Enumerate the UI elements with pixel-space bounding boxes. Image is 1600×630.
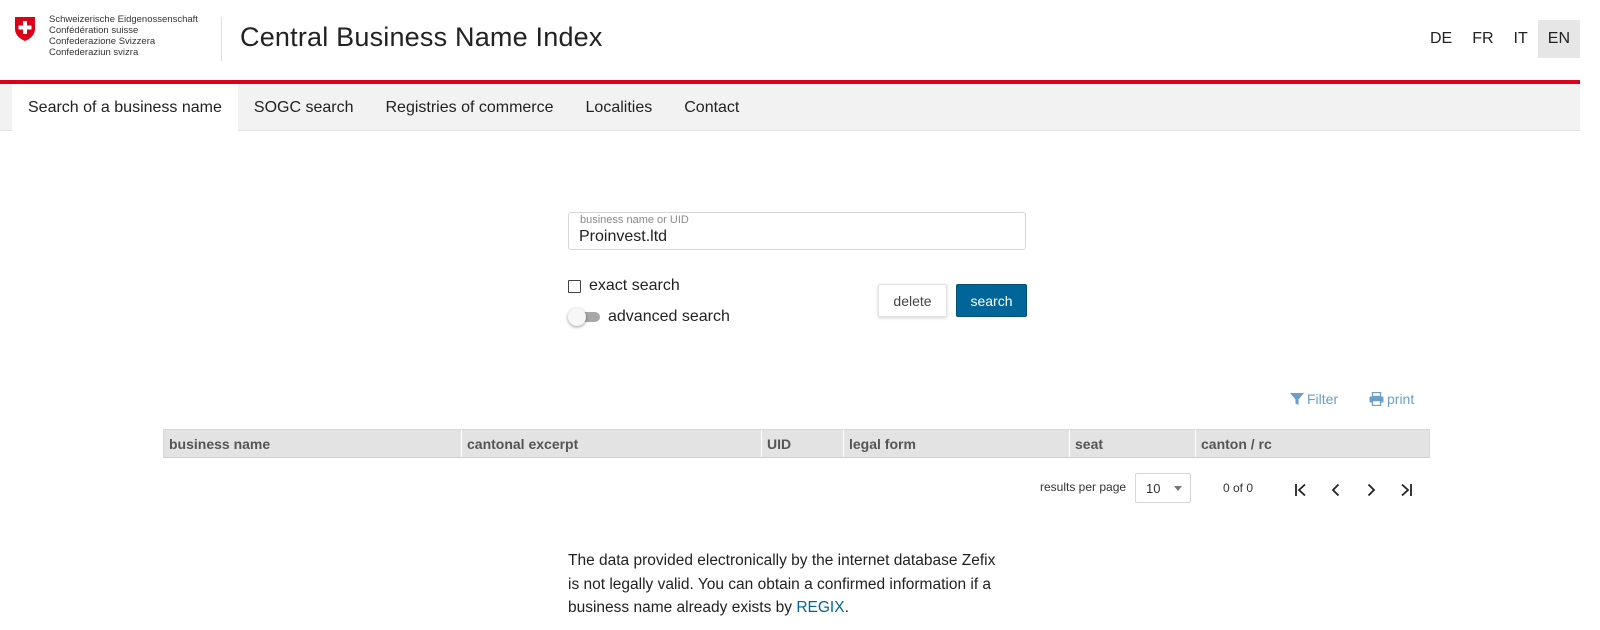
disclaimer-end: . (844, 599, 849, 616)
legal-disclaimer: The data provided electronically by the … (568, 549, 1008, 620)
last-page-button[interactable] (1394, 479, 1418, 501)
advanced-search-toggle[interactable] (568, 308, 600, 326)
table-header-row: business name cantonal excerpt UID legal… (163, 429, 1430, 458)
first-page-icon (1295, 483, 1306, 497)
results-per-page-label: results per page (1040, 480, 1127, 494)
column-cantonal-excerpt[interactable]: cantonal excerpt (461, 429, 762, 458)
column-business-name[interactable]: business name (163, 429, 462, 458)
advanced-search-option[interactable]: advanced search (568, 308, 730, 326)
main-nav: Search of a business name SOGC search Re… (0, 84, 1580, 131)
chevron-right-icon (1367, 483, 1376, 497)
business-name-field-label: business name or UID (580, 214, 689, 226)
language-switcher: DE FR IT EN (1420, 20, 1580, 58)
confederation-line-fr: Confédération suisse (49, 25, 139, 36)
results-per-page-select[interactable]: 10 (1135, 473, 1191, 503)
print-button[interactable]: print (1369, 391, 1414, 407)
column-seat[interactable]: seat (1069, 429, 1196, 458)
toggle-knob (568, 308, 586, 326)
lang-fr[interactable]: FR (1462, 20, 1503, 58)
exact-search-option[interactable]: exact search (568, 277, 680, 295)
printer-icon (1369, 392, 1384, 406)
exact-search-checkbox[interactable] (568, 279, 581, 293)
lang-en[interactable]: EN (1537, 20, 1580, 58)
search-button[interactable]: search (956, 284, 1027, 317)
confederation-line-de: Schweizerische Eidgenossenschaft (49, 14, 198, 25)
previous-page-button[interactable] (1324, 479, 1348, 501)
business-name-field: business name or UID (568, 212, 1026, 250)
regix-link[interactable]: REGIX (796, 599, 844, 616)
confederation-names: Schweizerische Eidgenossenschaft Confédé… (49, 14, 198, 58)
filter-button[interactable]: Filter (1290, 391, 1338, 407)
filter-label: Filter (1307, 391, 1339, 407)
page-title: Central Business Name Index (240, 22, 603, 52)
tab-contact[interactable]: Contact (668, 84, 755, 131)
results-per-page-value: 10 (1146, 480, 1161, 496)
tab-registries-of-commerce[interactable]: Registries of commerce (369, 84, 569, 131)
confederation-line-rm: Confederaziun svizra (49, 47, 139, 58)
first-page-button[interactable] (1289, 479, 1313, 501)
results-count: 0 of 0 (1223, 481, 1254, 495)
next-page-button[interactable] (1359, 479, 1383, 501)
tab-sogc-search[interactable]: SOGC search (238, 84, 370, 131)
print-label: print (1387, 391, 1415, 407)
federal-logo[interactable]: Schweizerische Eidgenossenschaft Confédé… (14, 14, 198, 58)
tab-search-business-name[interactable]: Search of a business name (12, 84, 238, 131)
chevron-left-icon (1331, 483, 1340, 497)
exact-search-label: exact search (589, 277, 680, 294)
tab-localities[interactable]: Localities (570, 84, 669, 131)
last-page-icon (1401, 483, 1412, 497)
caret-down-icon (1174, 486, 1182, 491)
advanced-search-label: advanced search (608, 308, 730, 325)
swiss-shield-icon (15, 17, 35, 41)
column-uid[interactable]: UID (761, 429, 844, 458)
lang-de[interactable]: DE (1420, 20, 1462, 58)
business-name-input[interactable] (579, 228, 1009, 246)
disclaimer-text: The data provided electronically by the … (568, 552, 996, 616)
confederation-line-it: Confederazione Svizzera (49, 36, 156, 47)
filter-icon (1290, 393, 1304, 405)
header-divider (221, 17, 222, 61)
lang-it[interactable]: IT (1504, 20, 1538, 58)
column-canton-rc[interactable]: canton / rc (1195, 429, 1430, 458)
column-legal-form[interactable]: legal form (843, 429, 1070, 458)
delete-button[interactable]: delete (878, 284, 947, 317)
results-table: business name cantonal excerpt UID legal… (163, 429, 1430, 458)
header: Schweizerische Eidgenossenschaft Confédé… (0, 0, 1580, 80)
